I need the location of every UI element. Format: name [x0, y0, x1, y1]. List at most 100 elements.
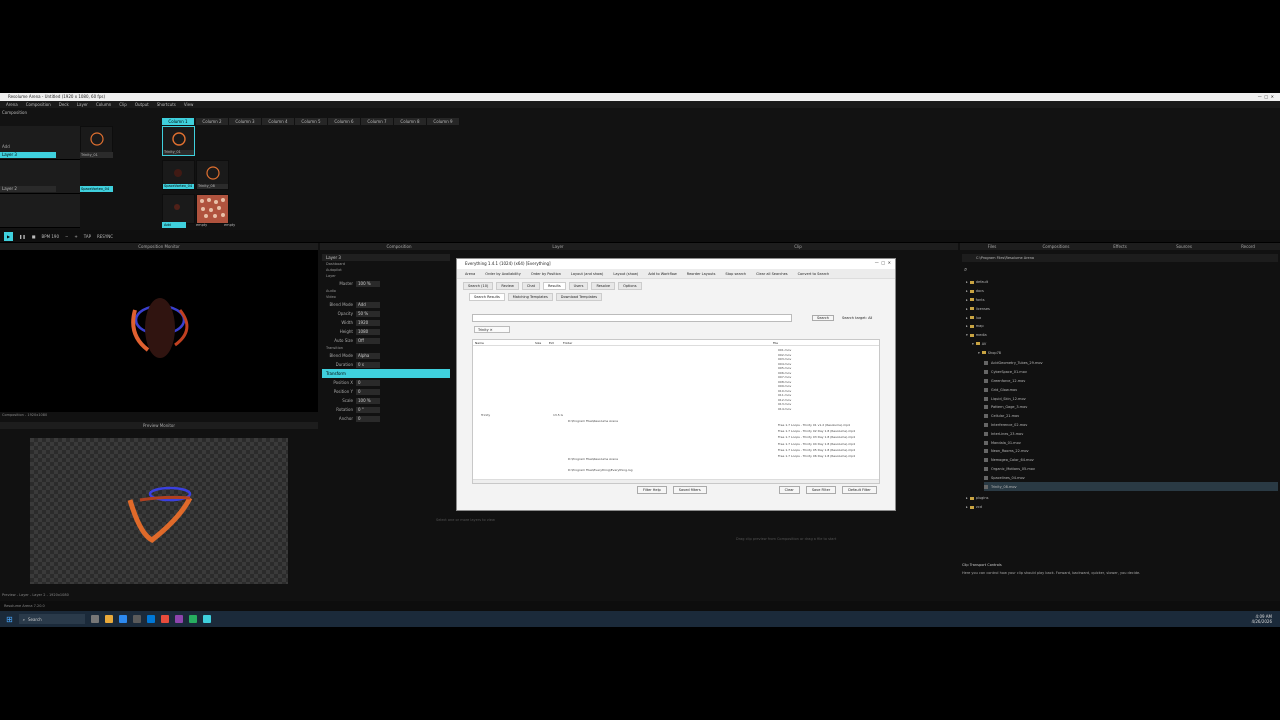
dialog-tab-active[interactable]: Results: [543, 282, 566, 290]
prop-value[interactable]: 0 s: [356, 361, 380, 368]
col-folder[interactable]: Folder: [563, 340, 773, 345]
tree-item[interactable]: ▾ Shop78: [966, 348, 1086, 357]
column-header-5[interactable]: Column 5: [295, 118, 328, 125]
menu-shortcuts[interactable]: Shortcuts: [157, 101, 176, 108]
dialog-subtab[interactable]: Download Templates: [555, 293, 603, 301]
resync-button[interactable]: RESYNC: [97, 234, 113, 239]
resolume-icon[interactable]: [202, 615, 211, 623]
prop-transition-blend[interactable]: Blend Mode Alpha: [322, 351, 450, 360]
prop-height[interactable]: Height 1080: [322, 327, 450, 336]
col-size[interactable]: Size: [535, 340, 549, 345]
saved-filters-select[interactable]: Saved filters: [672, 486, 707, 494]
search-target-select[interactable]: Search target: All: [842, 315, 872, 321]
edge-icon[interactable]: [118, 615, 127, 623]
play-icon[interactable]: ▶: [4, 231, 13, 241]
nudge-minus-icon[interactable]: −: [65, 234, 68, 239]
toolbar-button[interactable]: Add to Workflow: [648, 272, 677, 276]
store-icon[interactable]: [146, 615, 155, 623]
toolbar-button[interactable]: Layout (and show): [571, 272, 603, 276]
column-header-7[interactable]: Column 7: [361, 118, 394, 125]
toolbar-button[interactable]: Clear all Searches: [756, 272, 787, 276]
dialog-tab[interactable]: Users: [568, 282, 589, 290]
dialog-window-controls[interactable]: — □ ✕: [875, 260, 891, 265]
filter-help-button[interactable]: Filter Help: [637, 486, 667, 494]
files-path[interactable]: C:\Program Files\Resolume Arena: [962, 254, 1278, 262]
file-item[interactable]: Cellular_21.mov: [984, 412, 1278, 421]
toolbar-button[interactable]: Arena: [465, 272, 475, 276]
dialog-tab[interactable]: Chat: [521, 282, 541, 290]
prop-position-y[interactable]: Position Y0: [322, 387, 450, 396]
column-header-6[interactable]: Column 6: [328, 118, 361, 125]
col-file[interactable]: File: [773, 340, 863, 345]
tree-item[interactable]: ▸ lua: [966, 313, 1086, 322]
file-item[interactable]: Organic_Motions_05.mov: [984, 465, 1278, 474]
dialog-tab[interactable]: Resolve: [591, 282, 616, 290]
toolbar-button[interactable]: Order by Position: [531, 272, 561, 276]
clip-cell[interactable]: [162, 194, 195, 224]
tab-compositions[interactable]: Compositions: [1024, 243, 1088, 250]
windows-start-icon[interactable]: ⊞: [6, 615, 13, 624]
menu-view[interactable]: View: [184, 101, 194, 108]
prop-value[interactable]: Off: [356, 337, 380, 344]
prop-value[interactable]: 100 %: [356, 397, 380, 404]
app-icon[interactable]: [132, 615, 141, 623]
tab-record[interactable]: Record: [1216, 243, 1280, 250]
toolbar-button[interactable]: Reorder Layouts: [687, 272, 716, 276]
tree-item[interactable]: ▸ map: [966, 322, 1086, 331]
prop-anchor[interactable]: Anchor 0: [322, 414, 450, 423]
menu-clip[interactable]: Clip: [119, 101, 127, 108]
layer-3-name[interactable]: Layer 3: [0, 152, 56, 158]
prop-value[interactable]: 0: [356, 388, 380, 395]
tab-layer[interactable]: Layer: [478, 243, 638, 250]
dialog-tab[interactable]: Review: [496, 282, 519, 290]
column-header-4[interactable]: Column 4: [262, 118, 295, 125]
file-item[interactable]: Neon_Rooms_22.mov: [984, 447, 1278, 456]
clear-button[interactable]: Clear: [778, 486, 800, 494]
col-ext[interactable]: Ext: [549, 340, 563, 345]
tap-button[interactable]: TAP: [84, 234, 91, 239]
prop-value[interactable]: 1920: [356, 319, 380, 326]
prop-position-x[interactable]: Position X0: [322, 378, 450, 387]
toolbar-button[interactable]: Stop search: [725, 272, 746, 276]
column-header-9[interactable]: Column 9: [427, 118, 460, 125]
tab-sources[interactable]: Sources: [1152, 243, 1216, 250]
tab-clip[interactable]: Clip: [638, 243, 958, 250]
tree-item[interactable]: ▸ plugins: [966, 494, 1066, 503]
column-header-1[interactable]: Column 1: [162, 118, 195, 125]
result-name[interactable]: Trinity: [481, 413, 490, 417]
prop-value[interactable]: 50 %: [356, 310, 380, 317]
prop-width[interactable]: Width 1920: [322, 318, 450, 327]
dialog-tab[interactable]: Search (10): [463, 282, 494, 290]
column-header-3[interactable]: Column 3: [229, 118, 262, 125]
menu-layer[interactable]: Layer: [77, 101, 88, 108]
prop-value[interactable]: 100 %: [356, 280, 380, 287]
search-input[interactable]: [472, 314, 792, 322]
clip-cell[interactable]: [196, 194, 229, 224]
prop-auto-size[interactable]: Auto Size Off: [322, 336, 450, 345]
app-icon[interactable]: [188, 615, 197, 623]
file-item[interactable]: CyberSpace_01.mov: [984, 368, 1278, 377]
app-icon[interactable]: [160, 615, 169, 623]
prop-opacity[interactable]: Opacity 50 %: [322, 309, 450, 318]
tab-effects[interactable]: Effects: [1088, 243, 1152, 250]
menu-composition[interactable]: Composition: [26, 101, 51, 108]
file-item[interactable]: InterLines_23.mov: [984, 429, 1278, 438]
footer-add[interactable]: Add: [162, 222, 186, 228]
toolbar-button[interactable]: Order by Availability: [485, 272, 521, 276]
dialog-subtab-active[interactable]: Search Results: [469, 293, 505, 301]
toolbar-button[interactable]: Convert to Search: [798, 272, 830, 276]
search-button[interactable]: Search: [812, 315, 834, 321]
taskbar-search[interactable]: ⌕ Search: [18, 614, 85, 624]
clip-cell[interactable]: Trinity_08: [196, 160, 229, 190]
tree-item[interactable]: ▾ media: [966, 331, 1086, 340]
column-header-8[interactable]: Column 8: [394, 118, 427, 125]
task-view-icon[interactable]: [90, 615, 99, 623]
stop-icon[interactable]: ■: [32, 234, 36, 239]
tree-item[interactable]: ▸ licenses: [966, 304, 1086, 313]
prop-value[interactable]: 0 °: [356, 406, 380, 413]
bpm-field[interactable]: BPM 190: [41, 234, 59, 239]
menu-column[interactable]: Column: [96, 101, 111, 108]
prop-blend-mode[interactable]: Blend Mode Add: [322, 300, 450, 309]
file-item[interactable]: Interference_02.mov: [984, 421, 1278, 430]
prop-rotation[interactable]: Rotation 0 °: [322, 405, 450, 414]
